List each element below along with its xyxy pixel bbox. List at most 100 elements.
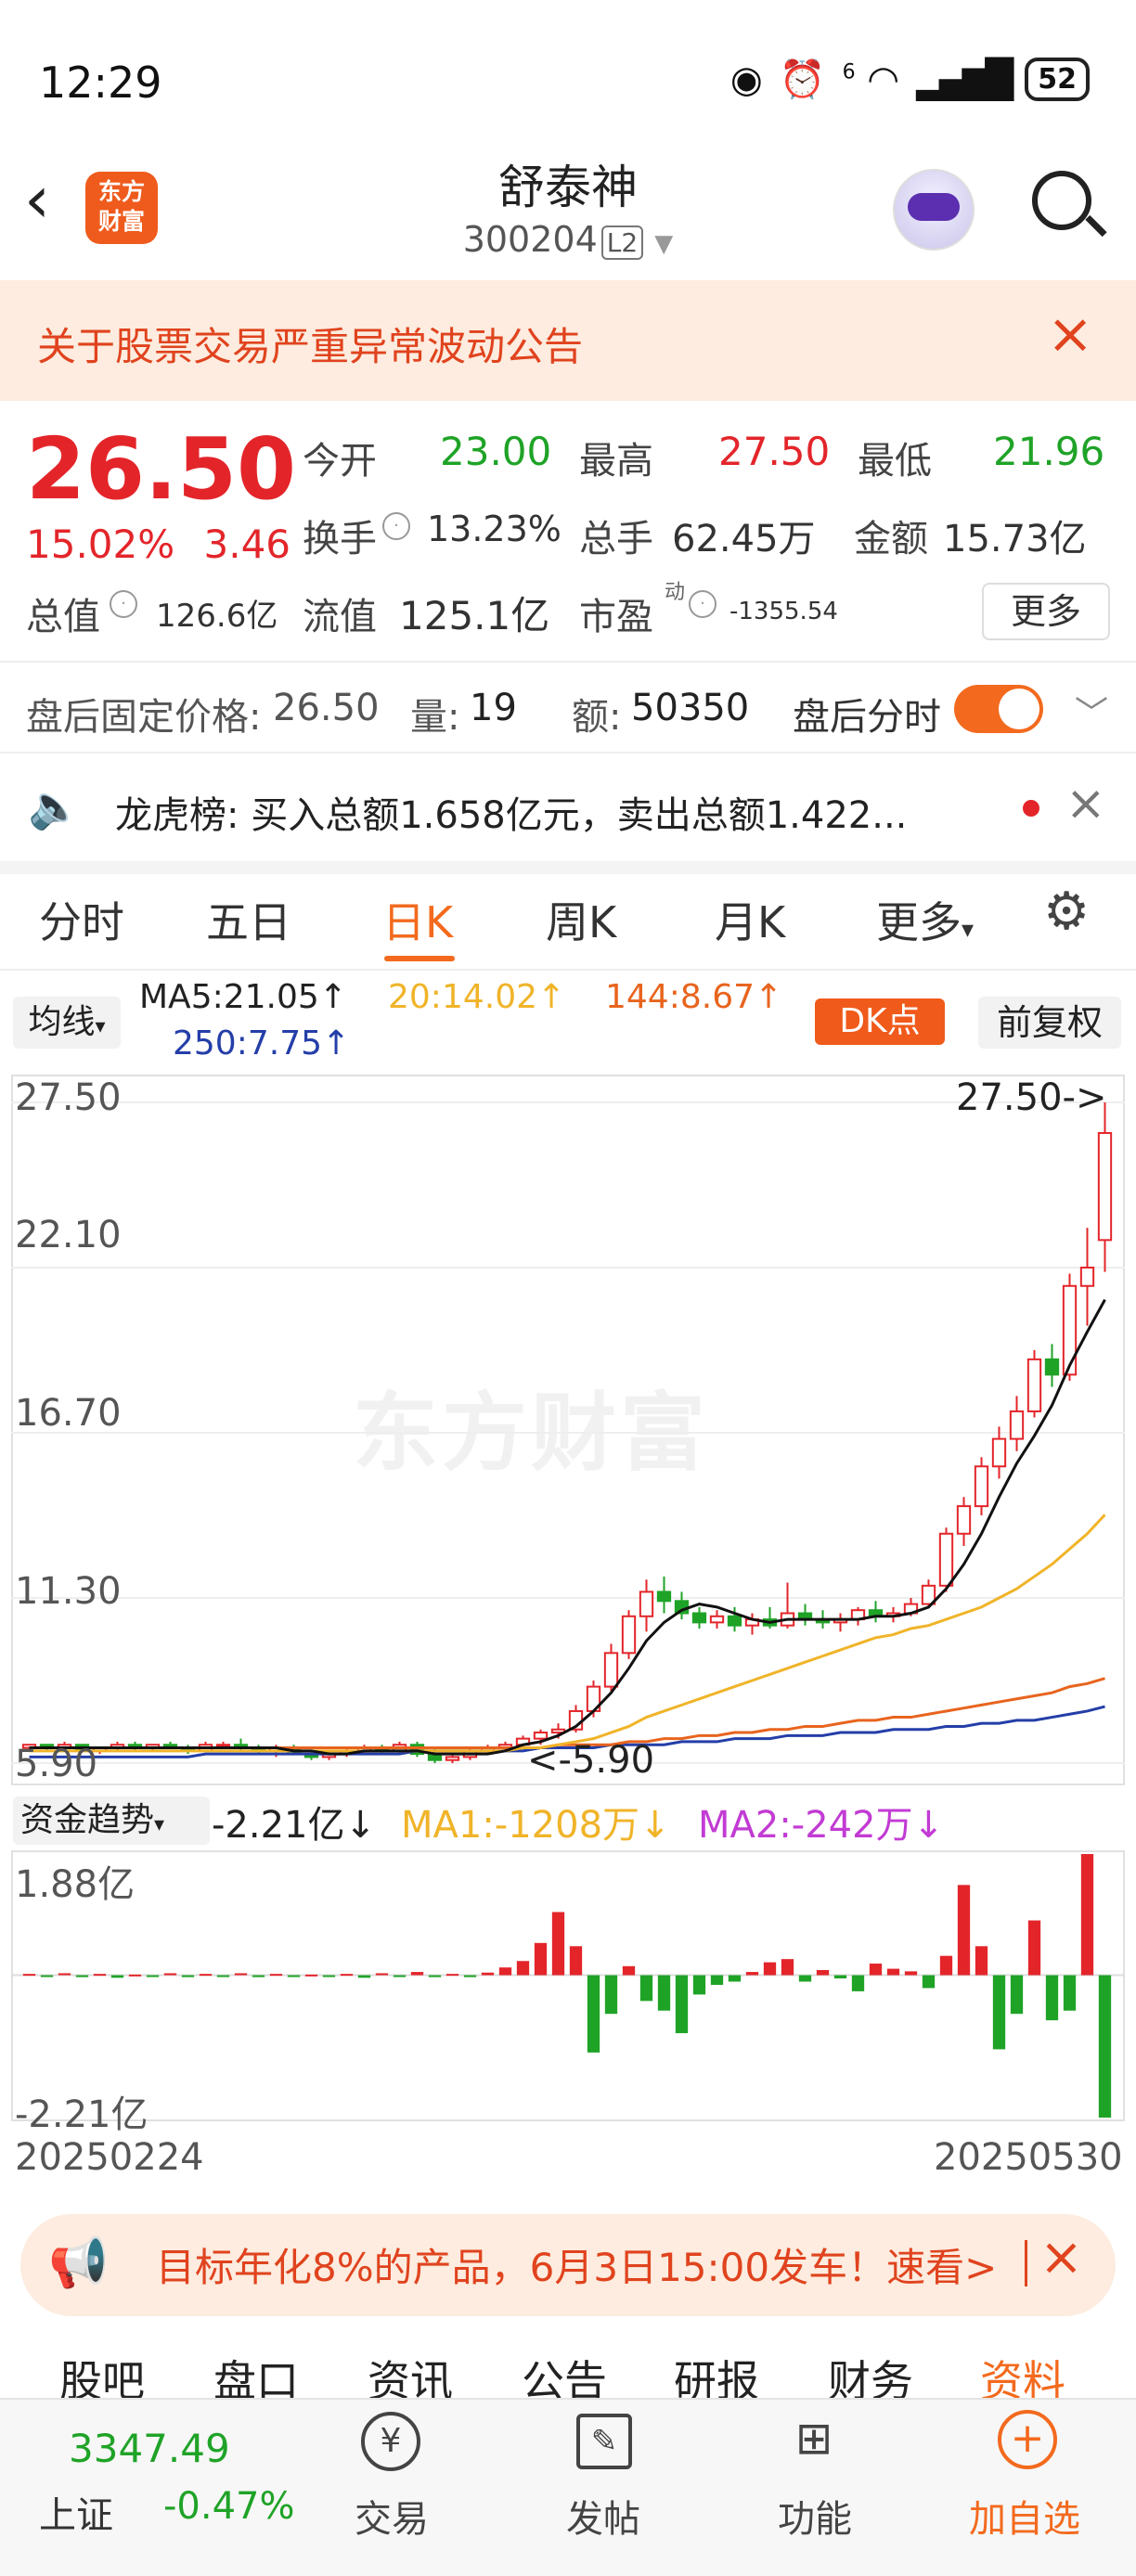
flow-bar bbox=[463, 1975, 477, 1977]
promo-text[interactable]: 目标年化8%的产品，6月3日15:00发车！速看> bbox=[156, 2236, 997, 2293]
plus-symbol: + bbox=[998, 2410, 1057, 2469]
yen-icon[interactable]: ¥ bbox=[358, 2409, 423, 2474]
ma5-value: MA5:21.05↑ bbox=[139, 978, 347, 1016]
flow-bar bbox=[375, 1973, 389, 1976]
tab-monthly-k[interactable]: 月K bbox=[715, 889, 785, 950]
candle-body bbox=[215, 1744, 231, 1748]
info-icon[interactable]: · bbox=[685, 590, 720, 618]
search-icon[interactable] bbox=[1032, 171, 1091, 230]
add-watchlist-label[interactable]: 加自选 bbox=[950, 2489, 1099, 2543]
info-icon[interactable]: · bbox=[379, 512, 414, 540]
flow-bar bbox=[957, 1885, 971, 1976]
index-change[interactable]: -0.47% bbox=[163, 2485, 295, 2528]
x-start-date: 20250224 bbox=[15, 2136, 204, 2179]
tab-more[interactable]: 更多▾ bbox=[876, 889, 974, 950]
kline-chart[interactable] bbox=[11, 1075, 1125, 1785]
open-value: 23.00 bbox=[440, 429, 552, 474]
info-circle: · bbox=[110, 590, 137, 618]
close-icon[interactable]: × bbox=[1047, 306, 1093, 362]
plus-icon[interactable]: + bbox=[995, 2409, 1060, 2474]
post-label[interactable]: 发帖 bbox=[529, 2489, 678, 2543]
flow-bar bbox=[1063, 1975, 1077, 2011]
tab-daily-k[interactable]: 日K bbox=[382, 889, 453, 950]
flow-bar bbox=[851, 1975, 865, 1991]
flow-bar bbox=[781, 1959, 794, 1976]
ma20-value: 20:14.02↑ bbox=[388, 978, 566, 1016]
flow-bar bbox=[869, 1964, 883, 1976]
wifi-version: 6 bbox=[842, 60, 856, 84]
alarm-icon: ⏰ bbox=[779, 58, 826, 101]
pe-label: 市盈 bbox=[579, 596, 653, 638]
flow-bar bbox=[340, 1974, 354, 1977]
gear-icon[interactable]: ⚙ bbox=[1043, 882, 1090, 942]
notice-text[interactable]: 关于股票交易严重异常波动公告 bbox=[37, 316, 583, 372]
pe-sup: 动 bbox=[665, 581, 686, 604]
flow-bar bbox=[710, 1975, 724, 1985]
lhb-text[interactable]: 龙虎榜: 买入总额1.658亿元，卖出总额1.422... bbox=[115, 785, 978, 839]
flow-bar bbox=[1045, 1975, 1059, 2021]
wifi-symbol: ◠ bbox=[867, 58, 900, 101]
flow-bar bbox=[304, 1974, 318, 1977]
candle-body bbox=[938, 1532, 954, 1587]
more-button[interactable]: 更多 bbox=[982, 583, 1110, 640]
chevron-down-icon[interactable]: ﹀ bbox=[1075, 687, 1108, 735]
flow-bar bbox=[287, 1975, 301, 1977]
candle-body bbox=[1009, 1410, 1025, 1440]
dk-button[interactable]: DK点 bbox=[815, 998, 945, 1045]
dropdown-icon: ▾ bbox=[154, 1813, 165, 1836]
flow-bar bbox=[604, 1975, 618, 2015]
flow-bar bbox=[939, 1955, 953, 1976]
candle-body bbox=[1026, 1358, 1042, 1412]
pen-symbol: ✎ bbox=[576, 2414, 632, 2469]
y-tick-label: 11.30 bbox=[15, 1570, 122, 1613]
edit-icon[interactable]: ✎ bbox=[572, 2409, 637, 2474]
index-name[interactable]: 上证 bbox=[39, 2485, 113, 2539]
flow-bar bbox=[992, 1975, 1006, 2050]
ma144-line bbox=[29, 1677, 1105, 1750]
info-icon[interactable]: · bbox=[106, 590, 141, 618]
flow-bar bbox=[252, 1975, 265, 1977]
flow-bar bbox=[622, 1965, 636, 1976]
pe-value: -1355.54 bbox=[729, 598, 838, 625]
tab-fenshi[interactable]: 分时 bbox=[39, 889, 124, 950]
tab-five-day[interactable]: 五日 bbox=[206, 889, 291, 950]
fund-flow-ma1: MA1:-1208万↓ bbox=[401, 1804, 671, 1847]
tab-weekly-k[interactable]: 周K bbox=[546, 889, 616, 950]
flow-bar bbox=[428, 1975, 442, 1977]
fund-flow-chart[interactable] bbox=[11, 1850, 1125, 2121]
flow-bar bbox=[886, 1968, 900, 1976]
lhb-label: 龙虎榜: bbox=[115, 794, 239, 837]
divider bbox=[0, 752, 1136, 753]
mktcap-value: 126.6亿 bbox=[156, 598, 278, 635]
dropdown-icon: ▾ bbox=[962, 916, 975, 944]
close-icon[interactable]: × bbox=[1039, 2229, 1083, 2286]
flow-bar bbox=[1080, 1854, 1094, 1976]
battery-icon: 52 bbox=[1025, 58, 1090, 101]
candle-body bbox=[621, 1615, 637, 1655]
turnover-label: 换手 bbox=[303, 518, 377, 560]
flow-bar bbox=[675, 1975, 689, 2034]
flow-bar bbox=[234, 1973, 248, 1976]
candle-body bbox=[1062, 1284, 1078, 1376]
fund-flow-selector[interactable]: 资金趋势▾ bbox=[13, 1797, 210, 1845]
lhb-content: 买入总额1.658亿元，卖出总额1.422... bbox=[251, 794, 908, 837]
candle-body bbox=[445, 1756, 460, 1761]
index-value[interactable]: 3347.49 bbox=[69, 2426, 230, 2471]
grid-icon[interactable]: ⊞ bbox=[781, 2409, 846, 2474]
flow-bottom-label: -2.21亿 bbox=[15, 2093, 148, 2136]
flow-bar bbox=[181, 1975, 195, 1977]
candle-body bbox=[1097, 1131, 1113, 1242]
flow-bar bbox=[745, 1972, 759, 1976]
ma-selector[interactable]: 均线▾ bbox=[13, 997, 121, 1049]
trade-label[interactable]: 交易 bbox=[317, 2489, 466, 2543]
robot-face-icon bbox=[908, 193, 960, 221]
candle-body bbox=[656, 1591, 672, 1603]
open-row: 今开 bbox=[303, 431, 377, 484]
adjust-button[interactable]: 前复权 bbox=[978, 997, 1121, 1049]
flow-bar bbox=[657, 1975, 671, 2011]
flow-bar bbox=[516, 1961, 530, 1976]
functions-label[interactable]: 功能 bbox=[741, 2489, 889, 2543]
after-vol-label: 量: bbox=[410, 696, 460, 739]
flow-bar bbox=[216, 1975, 230, 1977]
close-icon[interactable]: × bbox=[1065, 779, 1106, 828]
